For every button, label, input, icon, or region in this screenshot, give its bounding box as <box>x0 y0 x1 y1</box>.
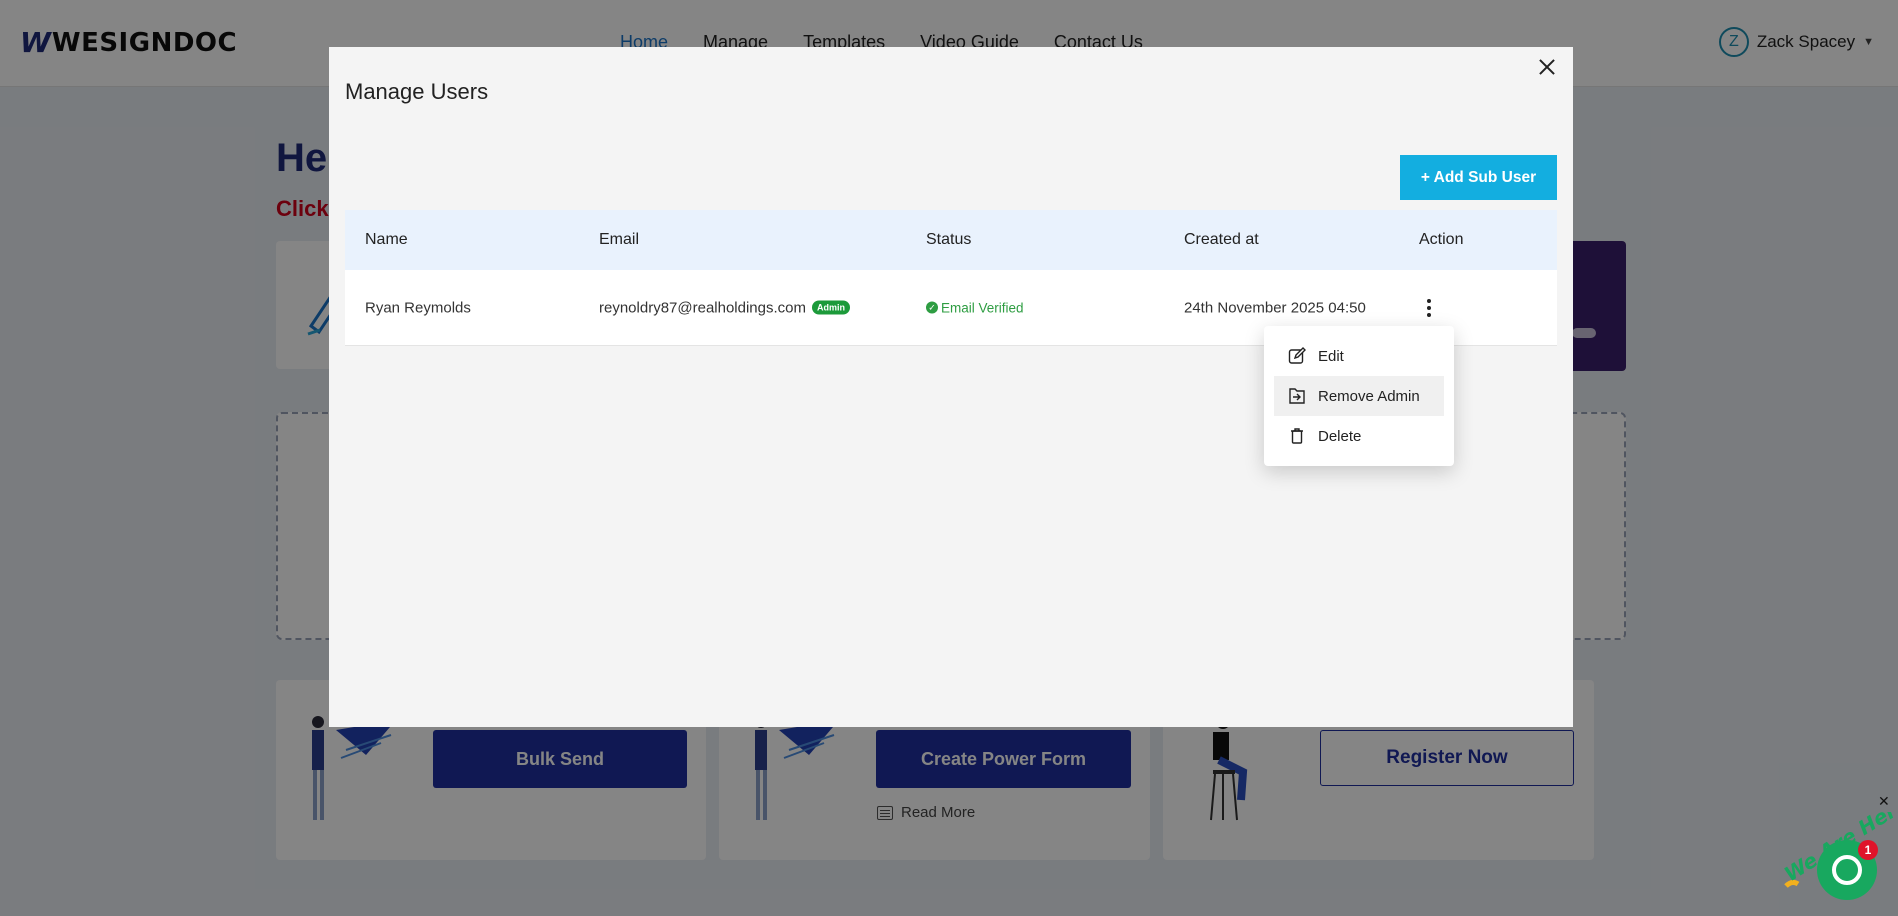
edit-icon <box>1288 347 1306 365</box>
column-header-created-at: Created at <box>1184 231 1259 248</box>
chat-close-icon[interactable]: ✕ <box>1878 793 1890 810</box>
table-header: Name Email Status Created at Action <box>345 210 1557 270</box>
manage-users-modal: Manage Users + Add Sub User Name Email S… <box>329 47 1573 727</box>
check-circle-icon: ✓ <box>926 301 938 314</box>
user-email-cell: reynoldry87@realholdings.com Admin <box>599 299 850 316</box>
unread-count-badge: 1 <box>1858 840 1878 860</box>
action-menu: Edit Remove Admin Delete <box>1264 326 1454 466</box>
menu-item-edit[interactable]: Edit <box>1274 336 1444 376</box>
remove-admin-icon <box>1288 387 1306 405</box>
close-icon[interactable] <box>1531 51 1563 83</box>
user-email: reynoldry87@realholdings.com <box>599 299 806 316</box>
menu-item-label: Delete <box>1318 427 1362 445</box>
column-header-status: Status <box>926 231 972 248</box>
user-name-cell: Ryan Reymolds <box>365 299 471 316</box>
status-text: Email Verified <box>941 300 1024 315</box>
add-sub-user-button[interactable]: + Add Sub User <box>1400 155 1557 200</box>
more-vertical-icon[interactable] <box>1419 296 1439 320</box>
created-at-cell: 24th November 2025 04:50 <box>1184 299 1366 316</box>
modal-title: Manage Users <box>345 79 489 104</box>
chat-icon <box>1832 855 1862 885</box>
menu-item-label: Remove Admin <box>1318 387 1420 405</box>
column-header-email: Email <box>599 231 640 248</box>
action-cell <box>1419 296 1439 320</box>
menu-item-label: Edit <box>1318 347 1344 365</box>
admin-badge: Admin <box>812 300 850 315</box>
status-cell: ✓ Email Verified <box>926 300 1024 315</box>
menu-item-delete[interactable]: Delete <box>1274 416 1444 456</box>
menu-item-remove-admin[interactable]: Remove Admin <box>1274 376 1444 416</box>
trash-icon <box>1288 427 1306 445</box>
column-header-name: Name <box>365 231 408 248</box>
column-header-action: Action <box>1419 231 1464 248</box>
status-badge: ✓ Email Verified <box>926 300 1024 315</box>
